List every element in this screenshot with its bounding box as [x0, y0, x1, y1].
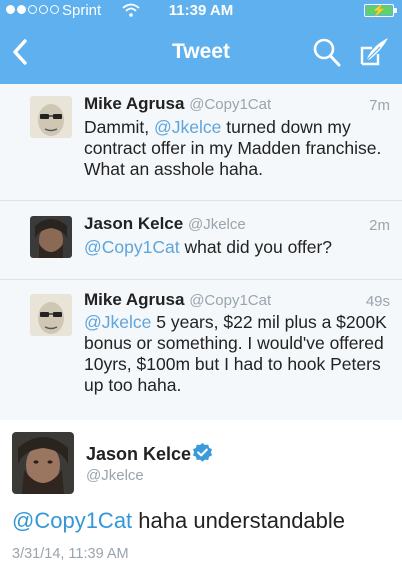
avatar[interactable] [30, 294, 72, 336]
clock: 11:39 AM [168, 2, 234, 19]
compose-icon[interactable] [358, 34, 392, 68]
tweet-text-body: what did you offer? [179, 237, 333, 257]
mention-link[interactable]: @Jkelce [154, 117, 221, 137]
tweet-age: 49s [365, 293, 390, 310]
author-display-name: Jason Kelce [86, 444, 192, 464]
tweet-timestamp: 3/31/14, 11:39 AM [12, 546, 129, 562]
author-handle: @Jkelce [187, 216, 246, 233]
charging-icon: ⚡ [371, 3, 387, 17]
reply-tweet[interactable]: Jason Kelce @Jkelce 2m @Copy1Cat what di… [0, 201, 402, 280]
mention-link[interactable]: @Jkelce [84, 312, 151, 332]
status-bar: Sprint 11:39 AM ⚡ [0, 0, 402, 22]
author-handle: @Jkelce [86, 467, 144, 484]
mention-link[interactable]: @Copy1Cat [84, 237, 180, 257]
avatar[interactable] [30, 216, 72, 258]
main-tweet: Jason Kelce @Jkelce @Copy1Cat haha under… [0, 420, 402, 574]
author-handle: @Copy1Cat [189, 96, 272, 113]
verified-badge-icon [192, 442, 213, 462]
reply-tweet[interactable]: Mike Agrusa @Copy1Cat 49s @Jkelce 5 year… [0, 280, 402, 420]
author-display-name: Jason Kelce [84, 214, 184, 233]
avatar[interactable] [30, 96, 72, 138]
tweet-text-prefix: Dammit, [84, 117, 154, 137]
author-display-name: Mike Agrusa [84, 94, 185, 113]
battery-icon: ⚡ [364, 3, 397, 17]
top-bar: Sprint 11:39 AM ⚡ Tweet [0, 0, 402, 84]
reply-tweet[interactable]: Mike Agrusa @Copy1Cat 7m Dammit, @Jkelce… [0, 84, 402, 201]
tweet-text: @Copy1Cat what did you offer? [84, 237, 389, 258]
tweet-text: Dammit, @Jkelce turned down my contract … [84, 117, 389, 180]
author-handle: @Copy1Cat [189, 292, 272, 309]
nav-bar: Tweet [0, 22, 402, 84]
tweet-age: 2m [369, 217, 390, 234]
mention-link[interactable]: @Copy1Cat [12, 508, 132, 533]
author-name: Mike Agrusa @Copy1Cat [84, 290, 271, 310]
tweet-age: 7m [369, 97, 390, 114]
reply-list: Mike Agrusa @Copy1Cat 7m Dammit, @Jkelce… [0, 84, 402, 420]
author-name: Mike Agrusa @Copy1Cat [84, 94, 271, 114]
author-display-name: Mike Agrusa [84, 290, 185, 309]
tweet-text: @Jkelce 5 years, $22 mil plus a $200K bo… [84, 312, 389, 396]
tweet-text: @Copy1Cat haha understandable [12, 508, 345, 534]
search-icon[interactable] [312, 36, 342, 68]
author-name: Jason Kelce @Jkelce [84, 214, 246, 234]
avatar[interactable] [12, 432, 74, 494]
tweet-text-body: haha understandable [132, 508, 346, 533]
